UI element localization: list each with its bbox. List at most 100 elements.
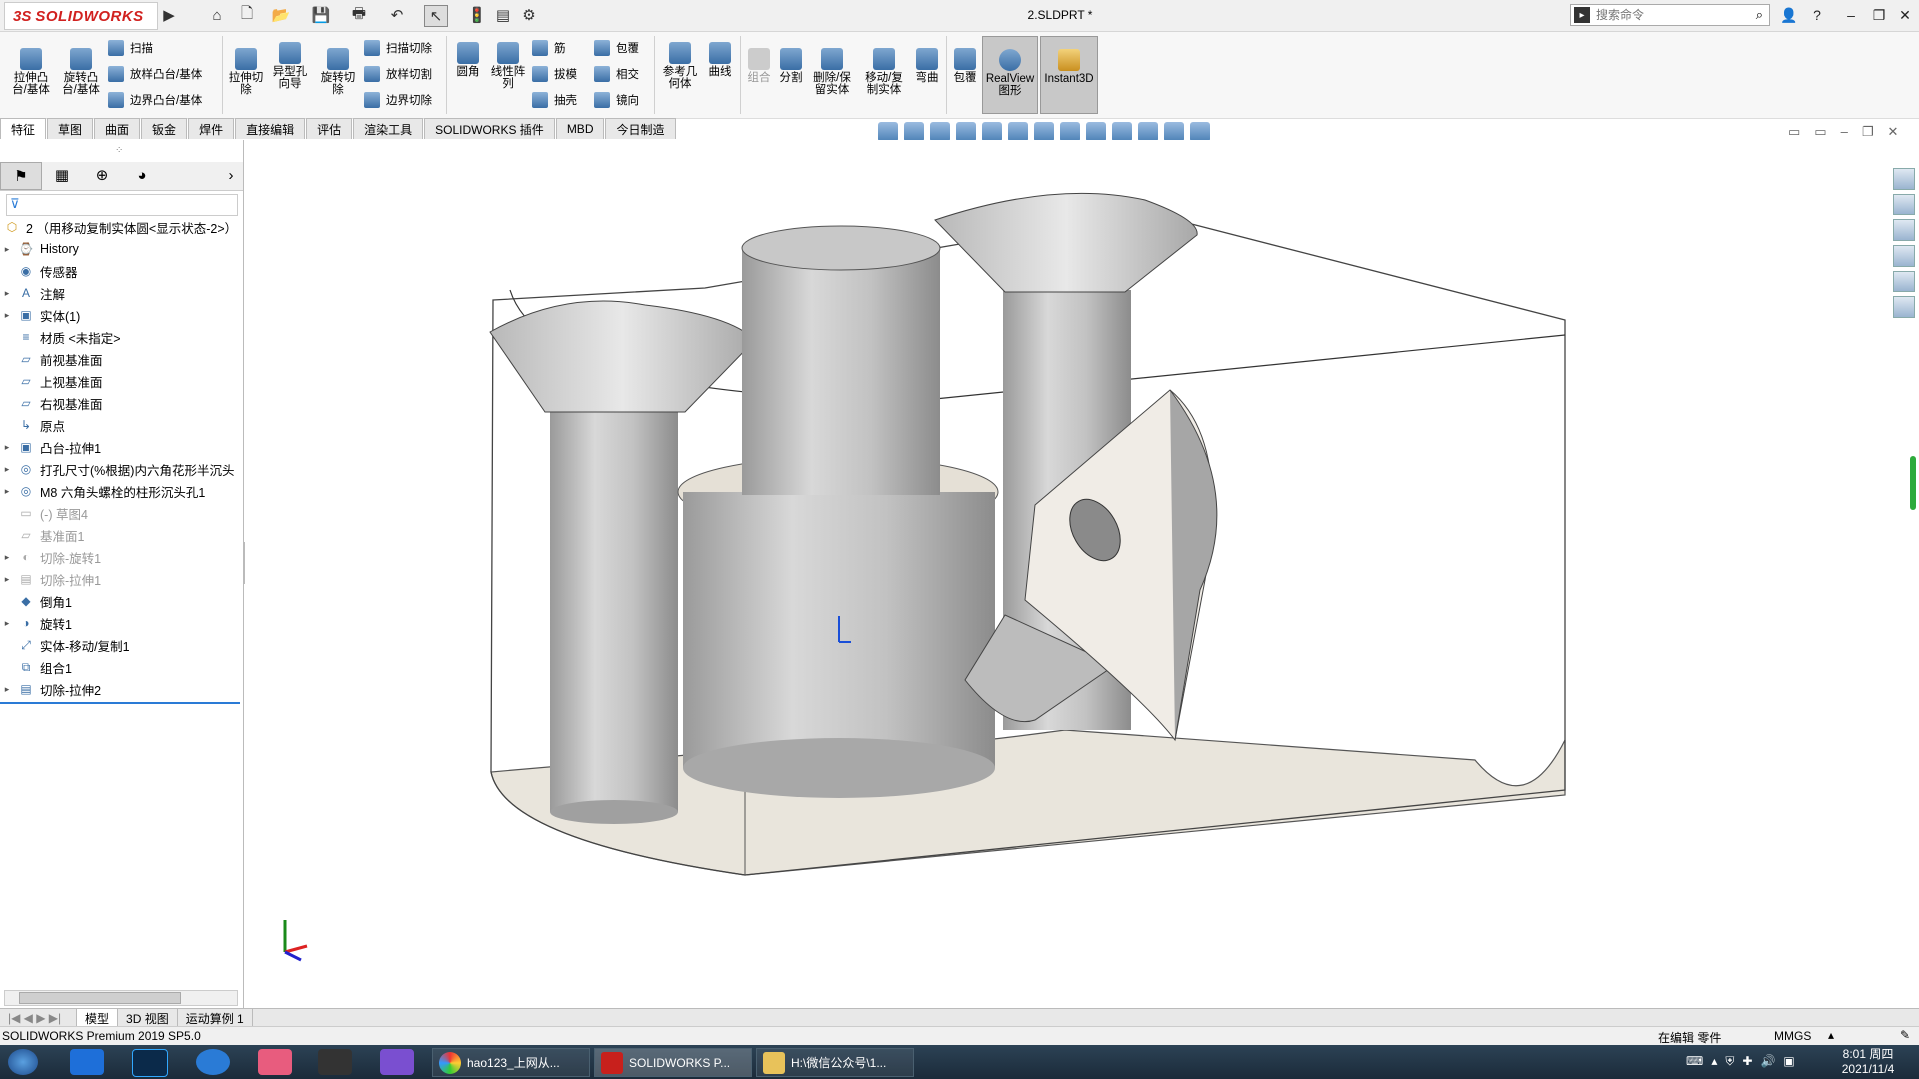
tab-sheet-metal[interactable]: 钣金 (141, 118, 188, 139)
view-settings-icon[interactable] (1164, 122, 1184, 142)
zoom-to-area-icon[interactable] (930, 122, 950, 142)
dynamic-annotation-icon[interactable] (1008, 122, 1028, 142)
solidworks-logo[interactable]: 3S SOLIDWORKS (4, 2, 158, 30)
tab-mbd[interactable]: MBD (555, 118, 605, 139)
tree-item[interactable]: ▸ ⌚ History (0, 238, 243, 260)
tree-horizontal-scrollbar[interactable] (4, 990, 238, 1006)
shell-button[interactable]: 抽壳 (532, 90, 577, 110)
start-button-icon[interactable] (8, 1049, 38, 1075)
realview-graphics-button[interactable]: RealView 图形 (982, 36, 1038, 114)
tree-item[interactable]: ▱ 前视基准面 (0, 348, 243, 370)
tree-item[interactable]: ▱ 右视基准面 (0, 392, 243, 414)
tree-item[interactable]: ▸ ▤ 切除-拉伸2 (0, 678, 243, 700)
rib-button[interactable]: 筋 (532, 38, 577, 58)
tab-model[interactable]: 模型 (77, 1009, 119, 1027)
delete-keep-body-button[interactable]: 删除/保 留实体 (810, 48, 854, 96)
tab-motion-study[interactable]: 运动算例 1 (178, 1009, 253, 1027)
tab-weldments[interactable]: 焊件 (188, 118, 235, 139)
expand-arrow-icon[interactable]: ▸ (0, 288, 14, 299)
expand-arrow-icon[interactable]: ▸ (0, 618, 14, 629)
command-search[interactable]: ▸ ⌕ (1570, 4, 1770, 26)
loft-boss-button[interactable]: 放样凸台/基体 (108, 64, 202, 84)
tree-item[interactable]: ▸ A 注解 (0, 282, 243, 304)
taskbar-app-browser[interactable]: hao123_上网从... (432, 1048, 590, 1077)
pinned-app-2-icon[interactable] (258, 1049, 292, 1075)
open-document-icon[interactable]: 📂 (270, 5, 292, 25)
display-manager-tab-icon[interactable]: ◕ (122, 162, 162, 188)
tab-direct-editing[interactable]: 直接编辑 (235, 118, 306, 139)
tab-features[interactable]: 特征 (0, 118, 47, 139)
zoom-to-fit-icon[interactable] (904, 122, 924, 142)
viewport-restore-icon[interactable]: ❐ (1862, 124, 1874, 140)
taskbar-app-solidworks[interactable]: SOLIDWORKS P... (594, 1048, 752, 1077)
design-library-icon[interactable] (1893, 193, 1915, 216)
unit-system-dropdown-icon[interactable]: ▴ (1828, 1028, 1834, 1042)
display-style-icon[interactable] (1060, 122, 1080, 142)
home-icon[interactable]: ⌂ (206, 5, 228, 25)
save-icon[interactable]: 💾 (310, 5, 332, 25)
flex-button[interactable]: 弯曲 (912, 48, 942, 84)
graphics-viewport[interactable] (245, 140, 1885, 1008)
split-button[interactable]: 分割 (776, 48, 806, 84)
panel-grip[interactable]: ⁘ (115, 145, 123, 156)
search-mode-icon[interactable]: ▸ (1574, 7, 1590, 23)
keyboard-icon[interactable]: ⌨ (1686, 1054, 1703, 1069)
taskbar-app-explorer[interactable]: H:\微信公众号\1... (756, 1048, 914, 1077)
tray-arrow-icon[interactable]: ▴ (1711, 1054, 1717, 1069)
rebuild-icon[interactable]: 🚦 (466, 5, 488, 25)
hole-wizard-button[interactable]: 异型孔 向导 (268, 42, 312, 90)
tree-item[interactable]: ≡ 材质 <未指定> (0, 326, 243, 348)
resources-home-icon[interactable] (1893, 168, 1915, 190)
tree-item[interactable]: ▱ 基准面1 (0, 524, 243, 546)
wrap-body-button[interactable]: 包覆 (950, 48, 980, 84)
feature-manager-tab-icon[interactable]: ⚑ (0, 162, 42, 190)
tree-item[interactable]: ▸ ▤ 切除-拉伸1 (0, 568, 243, 590)
undo-icon[interactable]: ↶ (386, 5, 408, 25)
tree-item[interactable]: ◉ 传感器 (0, 260, 243, 282)
expand-arrow-icon[interactable]: ▸ (0, 552, 14, 563)
menu-expand-arrow-icon[interactable]: ▶ (158, 5, 180, 25)
property-manager-tab-icon[interactable]: ▦ (42, 162, 82, 188)
extrude-cut-button[interactable]: 拉伸切 除 (226, 48, 266, 96)
tab-sketch[interactable]: 草图 (47, 118, 94, 139)
previous-view-icon[interactable] (956, 122, 976, 142)
scrollbar-thumb[interactable] (19, 992, 181, 1004)
close-icon[interactable]: ✕ (1894, 4, 1916, 26)
intersect-button[interactable]: 相交 (594, 64, 639, 84)
viewport-minimize-icon[interactable]: – (1841, 124, 1848, 140)
tree-item[interactable]: ▸ ▣ 凸台-拉伸1 (0, 436, 243, 458)
boundary-boss-button[interactable]: 边界凸台/基体 (108, 90, 202, 110)
mirror-button[interactable]: 镜向 (594, 90, 639, 110)
view-palette-icon[interactable] (1893, 245, 1915, 267)
pinned-app-icon[interactable] (70, 1049, 104, 1075)
security-icon[interactable]: ⛨ (1725, 1054, 1734, 1069)
hide-show-items-icon[interactable] (1086, 122, 1106, 142)
tree-root[interactable]: ⬡ 2 （用移动复制实体圆<显示状态-2>） (0, 216, 243, 238)
tree-item[interactable]: ▱ 上视基准面 (0, 370, 243, 392)
tab-surfaces[interactable]: 曲面 (94, 118, 141, 139)
file-explorer-icon[interactable] (1893, 219, 1915, 242)
view-orientation-icon[interactable] (878, 122, 898, 142)
tree-item[interactable]: ⧉ 组合1 (0, 656, 243, 678)
rollback-bar[interactable] (0, 702, 240, 704)
fillet-button[interactable]: 圆角 (452, 42, 484, 78)
tree-item[interactable]: ◆ 倒角1 (0, 590, 243, 612)
linear-pattern-button[interactable]: 线性阵 列 (488, 42, 528, 90)
combine-button[interactable]: 组合 (744, 48, 774, 84)
boundary-cut-button[interactable]: 边界切除 (364, 90, 432, 110)
tree-item[interactable]: ▭ (-) 草图4 (0, 502, 243, 524)
instant3d-button[interactable]: Instant3D (1040, 36, 1098, 114)
help-icon[interactable]: ? (1806, 4, 1828, 26)
panel-right-icon[interactable]: ▭ (1814, 124, 1826, 140)
section-view-icon[interactable] (982, 122, 1002, 142)
tab-today-manufacturing[interactable]: 今日制造 (605, 118, 676, 139)
appearances-icon[interactable] (1893, 270, 1915, 293)
standard-views-icon[interactable] (1034, 122, 1054, 142)
expand-arrow-icon[interactable]: ▸ (0, 486, 14, 497)
volume-icon[interactable]: 🔊 (1760, 1054, 1775, 1069)
restore-icon[interactable]: ❐ (1868, 4, 1890, 26)
search-input[interactable] (1594, 7, 1738, 23)
monitor-display-icon[interactable] (1190, 122, 1210, 142)
move-copy-body-button[interactable]: 移动/复 制实体 (862, 48, 906, 96)
tree-item[interactable]: ⤢ 实体-移动/复制1 (0, 634, 243, 656)
